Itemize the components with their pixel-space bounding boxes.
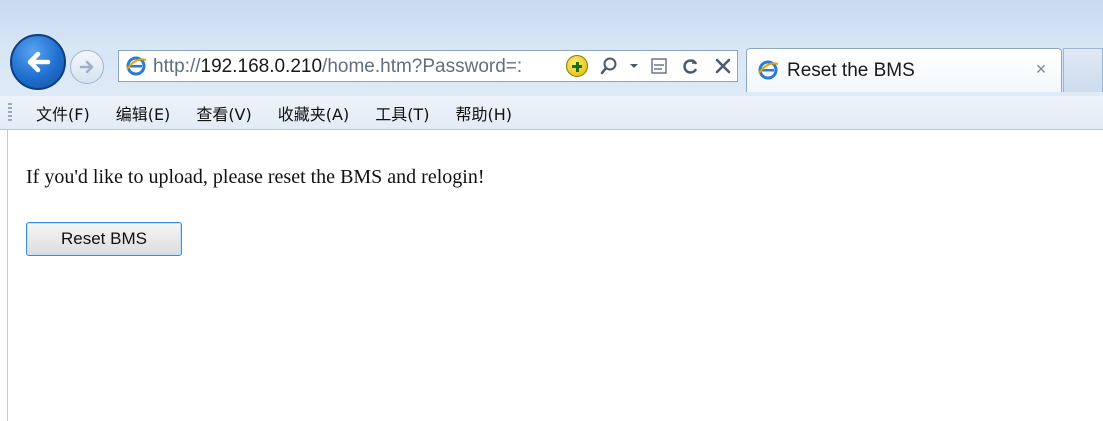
refresh-button[interactable] [678,53,704,79]
browser-chrome: http://192.168.0.210/home.htm?Password=: [0,0,1103,96]
page-content: If you'd like to upload, please reset th… [26,166,485,189]
stop-button[interactable] [710,53,736,79]
dropdown-icon [630,64,638,68]
search-icon [600,57,617,75]
tab-close-icon[interactable]: × [1031,59,1051,80]
search-button[interactable] [596,53,622,79]
url-text[interactable]: http://192.168.0.210/home.htm?Password=: [153,56,533,78]
forward-arrow-icon [79,60,94,74]
menu-view[interactable]: 查看(V) [196,101,251,125]
menu-items: 文件(F) 编辑(E) 查看(V) 收藏夹(A) 工具(T) 帮助(H) [36,96,538,130]
address-tools [564,53,736,79]
reset-message: If you'd like to upload, please reset th… [26,166,485,188]
new-tab-button[interactable] [1063,48,1103,92]
menu-grip [8,103,12,123]
page-left-border [7,130,8,421]
stop-icon [715,58,731,74]
navigation-toolbar: http://192.168.0.210/home.htm?Password=: [0,34,1103,92]
url-scheme: http:// [153,56,201,77]
menu-bar: 文件(F) 编辑(E) 查看(V) 收藏夹(A) 工具(T) 帮助(H) [0,96,1103,130]
ie-tab-icon [758,60,779,80]
menu-help[interactable]: 帮助(H) [455,101,512,125]
url-path: /home.htm?Password=: [322,56,523,77]
ie-page-icon [126,56,147,76]
forward-button[interactable] [70,50,104,84]
back-arrow-icon [27,51,51,73]
menu-tools[interactable]: 工具(T) [375,101,429,125]
refresh-icon [683,59,698,74]
address-bar[interactable]: http://192.168.0.210/home.htm?Password=: [118,50,738,82]
url-host: 192.168.0.210 [200,56,323,77]
menu-file[interactable]: 文件(F) [36,101,90,125]
tab-title: Reset the BMS [787,60,915,81]
back-button[interactable] [10,34,66,90]
compatibility-view-button[interactable] [646,53,672,79]
menu-favorites[interactable]: 收藏夹(A) [278,101,349,125]
tab-reset-the-bms[interactable]: Reset the BMS × [746,48,1062,92]
menu-edit[interactable]: 编辑(E) [116,101,171,125]
compatibility-plus-icon [566,55,588,77]
reset-bms-button[interactable]: Reset BMS [26,222,182,256]
search-dropdown-button[interactable] [628,53,640,79]
compatibility-plus-button[interactable] [564,53,590,79]
compatibility-view-icon [651,58,667,74]
